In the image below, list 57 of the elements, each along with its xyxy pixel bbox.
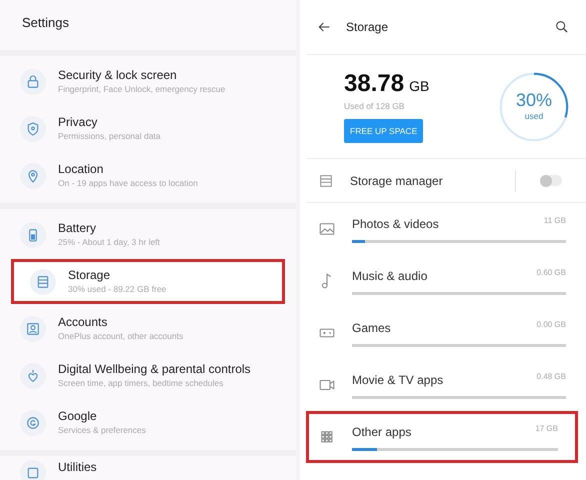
- storage-category[interactable]: Games 0.00 GB: [306, 307, 586, 359]
- category-label: Games: [352, 320, 391, 337]
- used-of-total: Used of 128 GB: [344, 100, 406, 113]
- usage-percent: 30%: [516, 90, 552, 110]
- shield-icon: [25, 120, 41, 136]
- storage-icon: [318, 172, 334, 188]
- category-size: 0.60 GB: [536, 267, 566, 279]
- storage-icon: [35, 274, 51, 290]
- category-size: 0.48 GB: [536, 371, 566, 383]
- settings-item[interactable]: Security & lock screen Fingerprint, Face Unlock, emergency rescue: [0, 58, 296, 105]
- item-subtitle: On - 19 apps have access to location: [58, 177, 198, 189]
- item-title: Accounts: [58, 315, 108, 330]
- category-label: Movie & TV apps: [352, 372, 444, 389]
- settings-item[interactable]: Privacy Permissions, personal data: [0, 105, 296, 152]
- item-subtitle: Permissions, personal data: [58, 130, 161, 142]
- category-label: Photos & videos: [352, 216, 439, 233]
- storage-category[interactable]: Movie & TV apps 0.48 GB: [306, 359, 586, 411]
- item-subtitle: Services & preferences: [58, 424, 146, 436]
- item-title: Digital Wellbeing & parental controls: [58, 362, 251, 377]
- item-title: Location: [58, 162, 104, 177]
- category-size: 11 GB: [544, 215, 566, 227]
- item-subtitle: Screen time, app timers, bedtime schedules: [58, 377, 224, 389]
- image-icon: [318, 220, 336, 238]
- account-icon: [25, 320, 41, 336]
- item-subtitle: 25% - About 1 day, 3 hr left: [58, 236, 160, 248]
- category-size: 0.00 GB: [536, 319, 566, 331]
- item-subtitle: OnePlus account, other accounts: [58, 330, 184, 342]
- lock-icon: [25, 74, 41, 90]
- item-title: Storage: [68, 268, 112, 283]
- screen-title: Storage: [346, 19, 390, 36]
- category-label: Music & audio: [352, 268, 428, 285]
- used-unit: GB: [409, 77, 430, 96]
- item-title: Google: [58, 409, 98, 424]
- item-subtitle: 30% used - 89.22 GB free: [68, 283, 166, 295]
- screen-title: Settings: [22, 14, 69, 32]
- settings-item[interactable]: Battery 25% - About 1 day, 3 hr left: [0, 211, 296, 258]
- item-title: Utilities: [58, 460, 97, 475]
- item-title: Security & lock screen: [58, 68, 178, 83]
- settings-item[interactable]: Digital Wellbeing & parental controls Screen time, app timers, bedtime schedules: [0, 352, 296, 399]
- storage-category[interactable]: Music & audio 0.60 GB: [306, 255, 586, 307]
- settings-item[interactable]: Accounts OnePlus account, other accounts: [0, 305, 296, 352]
- storage-category[interactable]: Photos & videos 11 GB: [306, 203, 586, 255]
- category-size: 17 GB: [535, 423, 558, 435]
- item-subtitle: Fingerprint, Face Unlock, emergency rescue: [58, 83, 226, 95]
- storage-manager-label: Storage manager: [350, 172, 444, 190]
- item-title: Battery: [58, 221, 98, 236]
- settings-item[interactable]: Storage 30% used - 89.22 GB free: [10, 258, 286, 305]
- search-icon[interactable]: [554, 19, 570, 35]
- storage-category[interactable]: Other apps 17 GB: [306, 411, 578, 463]
- used-amount: 38.78: [344, 70, 404, 98]
- usage-caption: used: [524, 110, 544, 123]
- item-title: Privacy: [58, 115, 98, 130]
- settings-item[interactable]: Location On - 19 apps have access to location: [0, 152, 296, 199]
- settings-item[interactable]: Utilities: [0, 458, 296, 480]
- storage-manager-toggle[interactable]: [540, 175, 562, 186]
- settings-item[interactable]: Google Services & preferences: [0, 399, 296, 446]
- category-label: Other apps: [352, 424, 412, 441]
